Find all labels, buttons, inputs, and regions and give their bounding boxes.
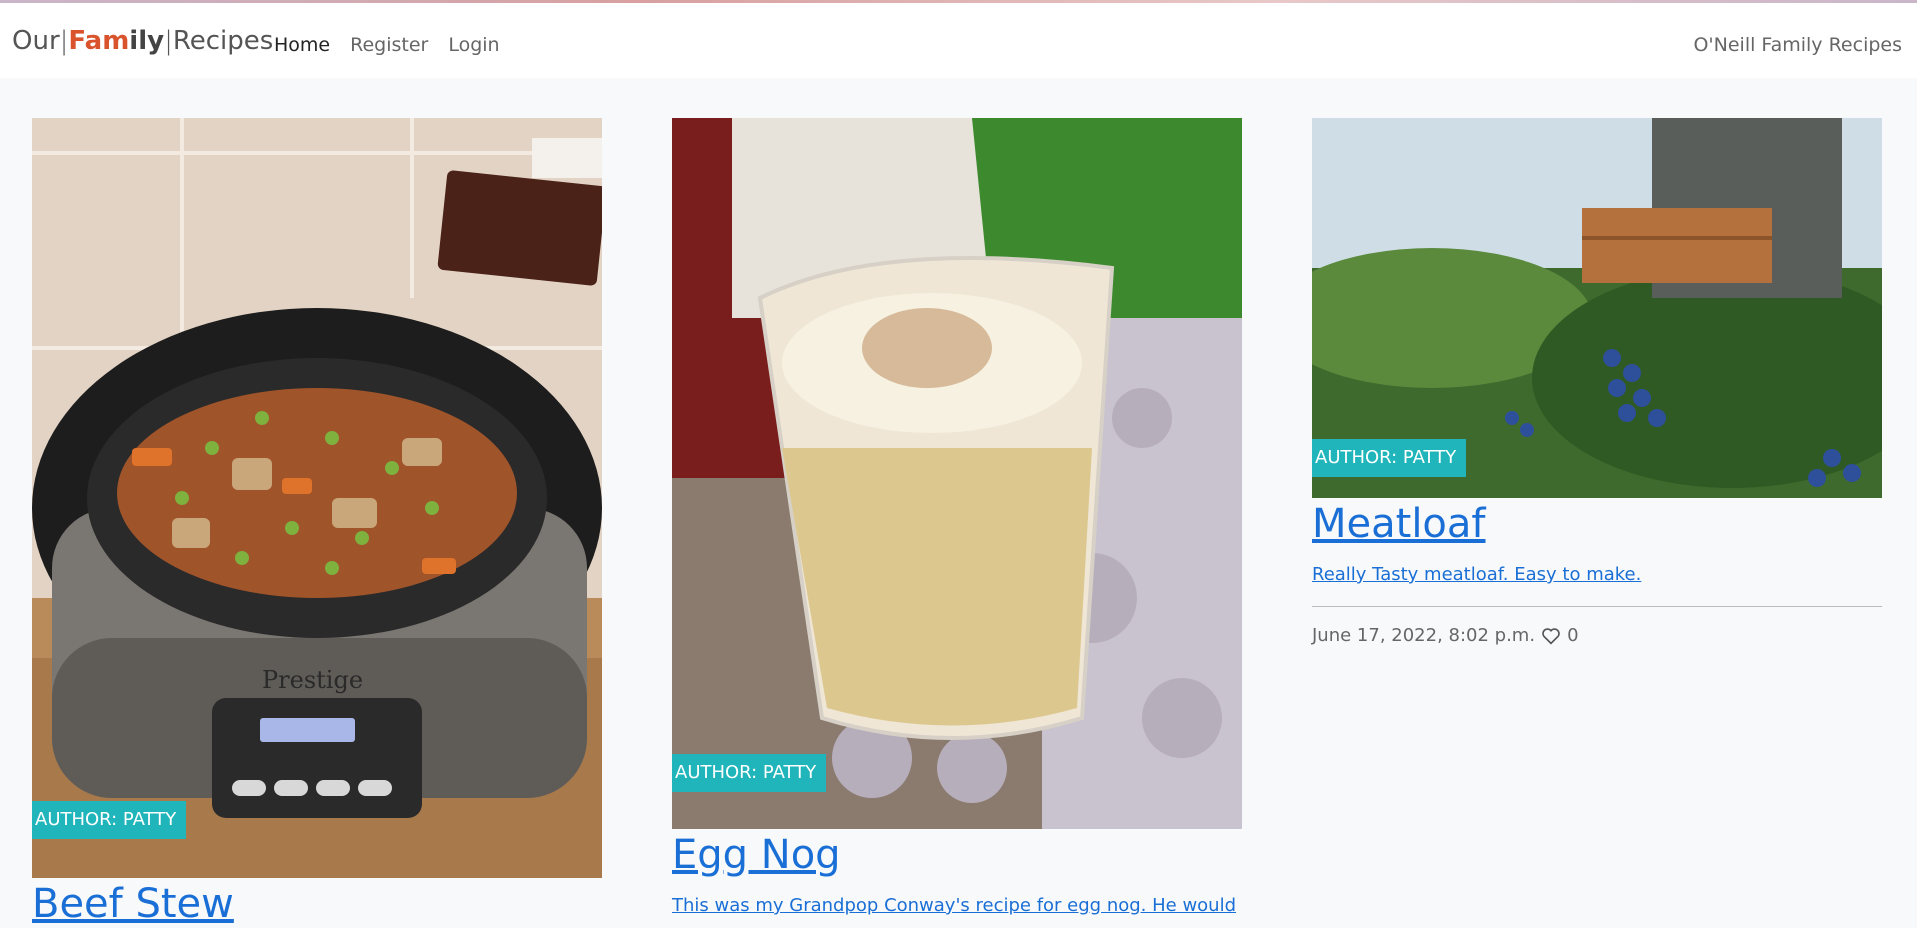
card-divider [1312,606,1882,607]
nav-home[interactable]: Home [274,31,330,59]
nav-login[interactable]: Login [448,31,499,59]
recipe-image-meatloaf[interactable]: AUTHOR: PATTY [1312,118,1882,498]
like-count: 0 [1567,625,1579,646]
author-badge: AUTHOR: PATTY [672,754,827,792]
recipe-title-link[interactable]: Beef Stew [32,880,602,928]
brand-our: Our [12,26,60,56]
svg-text:Prestige: Prestige [262,666,363,694]
nav-links: Home Register Login [274,31,500,59]
egg-nog-photo [672,118,1242,829]
recipe-card-beef-stew: Prestige AUTHOR: PATTY Beef Stew [32,118,602,928]
slow-cooker-photo: Prestige [32,118,602,878]
brand-logo[interactable]: Our|Family|Recipes [12,25,273,57]
recipe-title-link[interactable]: Egg Nog [672,831,1242,879]
site-title: O'Neill Family Recipes [1693,34,1902,56]
author-badge: AUTHOR: PATTY [32,801,187,839]
nav-register[interactable]: Register [350,31,428,59]
recipe-description-link[interactable]: This was my Grandpop Conway's recipe for… [672,893,1242,919]
recipe-image-beef-stew[interactable]: Prestige AUTHOR: PATTY [32,118,602,878]
recipe-card-egg-nog: AUTHOR: PATTY Egg Nog This was my Grandp… [672,118,1242,919]
recipe-title-link[interactable]: Meatloaf [1312,500,1882,548]
navbar: Our|Family|Recipes Home Register Login O… [0,3,1917,78]
recipe-image-egg-nog[interactable]: AUTHOR: PATTY [672,118,1242,829]
recipe-description-link[interactable]: Really Tasty meatloaf. Easy to make. [1312,562,1882,588]
brand-recipes: Recipes [172,26,274,56]
brand-separator-2: | [164,26,173,56]
brand-fam: Fam [68,26,130,56]
recipe-date: June 17, 2022, 8:02 p.m. [1312,625,1536,646]
author-badge: AUTHOR: PATTY [1312,439,1467,477]
recipe-meta: June 17, 2022, 8:02 p.m. 0 [1312,625,1882,646]
recipe-card-meatloaf: AUTHOR: PATTY Meatloaf Really Tasty meat… [1312,118,1882,646]
brand-ily: ily [129,26,165,56]
heart-icon[interactable] [1541,627,1561,645]
